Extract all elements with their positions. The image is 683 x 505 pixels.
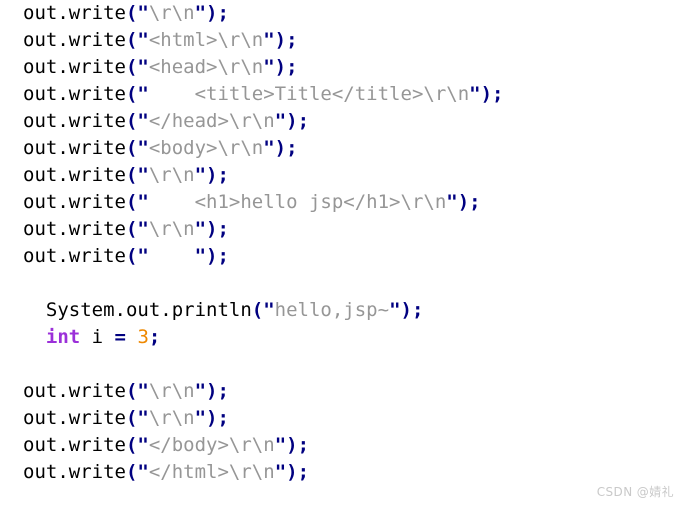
code-token-punct: "); [194,407,229,429]
code-token-punct: "); [389,299,424,321]
code-token-plain: out.write [23,461,126,483]
code-token-plain: out.write [23,83,126,105]
code-token-punct: "); [274,110,310,132]
code-line[interactable]: out.write("</body>\r\n"); [0,432,683,459]
code-token-punct: (" [125,245,149,267]
code-token-punct: (" [125,191,149,213]
code-block[interactable]: out.write("\r\n"); out.write("<html>\r\n"… [0,0,683,486]
code-line[interactable]: out.write("<html>\r\n"); [0,27,683,54]
code-token-punct: "); [446,191,481,213]
code-token-plain: i [80,326,115,348]
code-line[interactable] [0,351,683,378]
code-token-string: </head>\r\n [148,110,275,132]
code-token-plain: out.write [23,2,126,24]
code-token-string: \r\n [148,407,195,429]
code-token-plain: out.write [23,110,126,132]
code-token-punct: "); [263,56,298,78]
code-token-plain: out.write [23,191,126,213]
code-token-plain: out.write [23,245,126,267]
code-line[interactable]: out.write("<head>\r\n"); [0,54,683,81]
code-token-punct: (" [125,461,149,483]
code-token-punct: "); [274,434,310,456]
code-line[interactable]: out.write(" "); [0,243,683,270]
code-token-punct: "); [194,164,229,186]
code-token-string: \r\n [148,380,195,402]
code-token-string: \r\n [148,2,195,24]
code-token-string: </html>\r\n [148,461,275,483]
code-token-punct: (" [125,110,149,132]
code-token-string: <html>\r\n [148,29,264,51]
code-token-punct: "); [263,29,298,51]
code-token-string: hello,jsp~ [274,299,390,321]
code-line[interactable]: out.write("\r\n"); [0,216,683,243]
code-line[interactable]: int i = 3; [0,324,683,351]
code-token-punct: ; [148,326,161,348]
code-line[interactable]: out.write("\r\n"); [0,0,683,27]
code-token-plain: out.write [23,380,126,402]
code-token-plain: out.write [23,164,126,186]
code-line[interactable]: out.write(" <title>Title</title>\r\n"); [0,81,683,108]
code-token-punct: (" [125,29,149,51]
code-token-plain: out.write [23,434,126,456]
code-token-string [149,245,195,267]
code-token-punct: "); [469,83,504,105]
code-line[interactable] [0,270,683,297]
code-token-punct: "); [194,218,229,240]
code-screenshot: out.write("\r\n"); out.write("<html>\r\n"… [0,0,683,505]
code-token-string: <body>\r\n [148,137,264,159]
code-token-punct: (" [125,407,149,429]
code-line[interactable]: out.write("</head>\r\n"); [0,108,683,135]
code-line[interactable]: out.write(" <h1>hello jsp</h1>\r\n"); [0,189,683,216]
code-token-punct: "); [194,2,229,24]
code-token-string: <h1>hello jsp</h1>\r\n [148,191,447,213]
code-token-operator: = [114,326,126,348]
code-token-plain: out.write [23,29,126,51]
csdn-watermark: CSDN @婧礼 [596,485,674,499]
code-token-plain: out.write [23,407,126,429]
code-token-punct: (" [125,434,149,456]
code-token-string: </body>\r\n [148,434,275,456]
code-token-punct: (" [125,2,149,24]
code-line[interactable]: out.write("\r\n"); [0,378,683,405]
code-line[interactable]: System.out.println("hello,jsp~"); [0,297,683,324]
code-token-punct: (" [125,83,149,105]
code-token-number: 3 [137,326,149,348]
code-token-plain: out.write [23,56,126,78]
code-token-string: <title>Title</title>\r\n [148,83,470,105]
code-token-punct: (" [251,299,275,321]
code-token-punct: (" [125,56,149,78]
code-token-string: \r\n [148,218,195,240]
code-token-plain: out.write [23,218,126,240]
code-token-plain: out.write [23,137,126,159]
code-token-keyword: int [45,326,81,348]
code-token-punct: (" [125,137,149,159]
code-token-plain: System.out.println [23,299,252,321]
code-token-string: \r\n [148,164,195,186]
code-token-punct: "); [194,380,229,402]
code-line[interactable]: out.write("</html>\r\n"); [0,459,683,486]
code-line[interactable]: out.write("\r\n"); [0,405,683,432]
code-token-punct: (" [125,380,149,402]
code-line[interactable]: out.write("<body>\r\n"); [0,135,683,162]
code-token-punct: (" [125,218,149,240]
code-token-punct: "); [263,137,298,159]
code-token-punct: "); [274,461,310,483]
code-line[interactable]: out.write("\r\n"); [0,162,683,189]
code-token-string: <head>\r\n [148,56,264,78]
code-token-punct: "); [194,245,229,267]
code-token-punct: (" [125,164,149,186]
